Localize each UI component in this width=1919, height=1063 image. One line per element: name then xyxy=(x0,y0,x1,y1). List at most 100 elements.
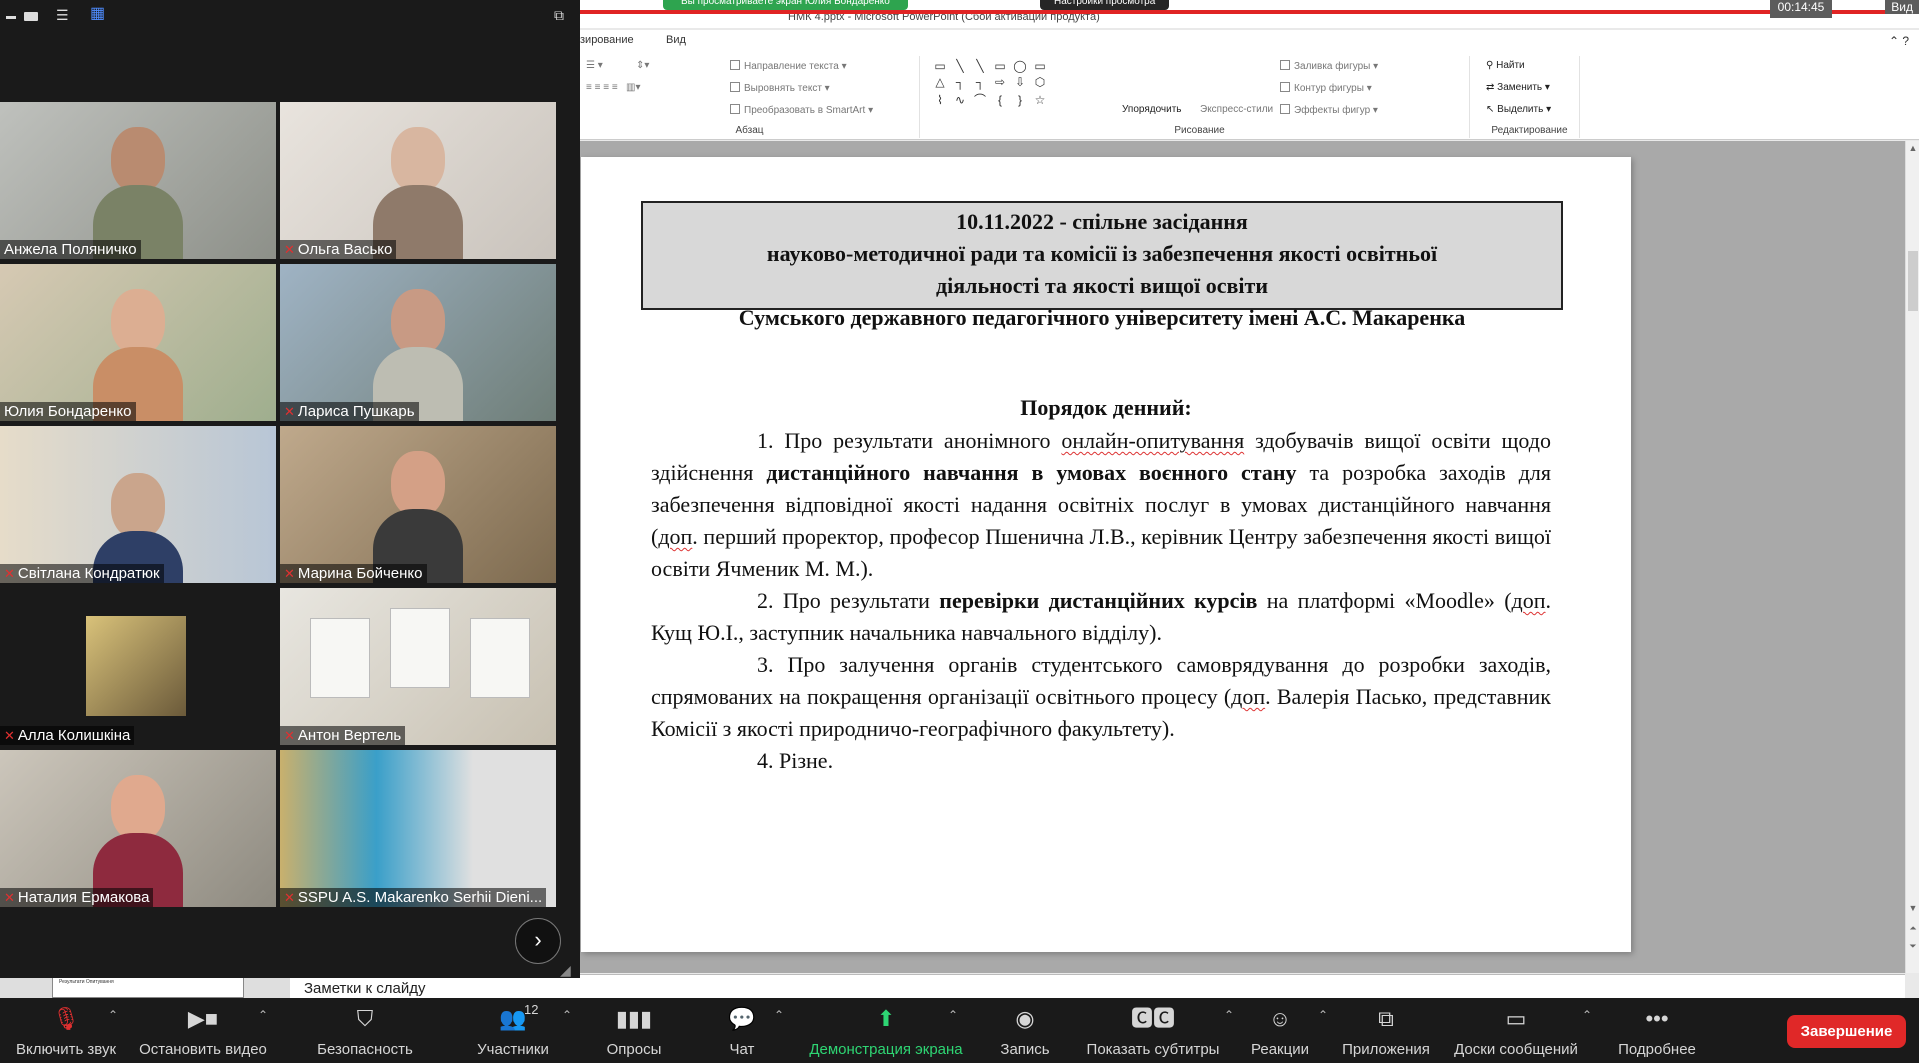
video-tile[interactable]: ✕ Наталия Ермакова xyxy=(0,750,276,907)
bullets-icon[interactable]: ☰ ▾ xyxy=(586,60,603,71)
shape-icon[interactable]: △ xyxy=(931,75,949,89)
muted-mic-icon: ✕ xyxy=(284,728,295,743)
speaker-view-icon[interactable] xyxy=(24,12,38,21)
select-button[interactable]: Выделить xyxy=(1497,104,1543,115)
chevron-up-icon[interactable]: ⌃ xyxy=(1224,1008,1234,1022)
apps-button[interactable]: ⧉ Приложения xyxy=(1336,998,1436,1063)
reactions-button[interactable]: ☺ ⌃ Реакции xyxy=(1242,998,1328,1063)
gallery-view: ☰ ▦ ⧉ Анжела Поляничко ✕ Ольга Васько Юли… xyxy=(0,0,580,978)
chevron-up-icon[interactable]: ⌃ xyxy=(258,1008,268,1022)
vertical-scrollbar[interactable]: ▲ ▼ ⏶ ⏷ xyxy=(1905,141,1919,973)
end-meeting-button[interactable]: Завершение xyxy=(1787,1015,1906,1048)
shape-icon[interactable]: ⌇ xyxy=(931,93,949,107)
shape-icon[interactable]: ⬡ xyxy=(1031,75,1049,89)
shape-effects-button[interactable]: Эффекты фигур xyxy=(1294,105,1370,116)
video-tile[interactable]: ✕ Марина Бойченко xyxy=(280,426,556,583)
participant-name: ✕ Ольга Васько xyxy=(280,240,397,259)
line-spacing-icon[interactable]: ⇕▾ xyxy=(636,60,649,71)
menu-view[interactable]: Вид xyxy=(666,34,686,46)
smile-icon: ☺ xyxy=(1268,1006,1292,1031)
participants-icon: 👥 xyxy=(499,1006,527,1031)
certificate-frame xyxy=(470,618,530,698)
chevron-up-icon[interactable]: ⌃ xyxy=(108,1008,118,1022)
header-line: діяльності та якості вищої освіти xyxy=(935,273,1268,298)
align-icons[interactable]: ≡ ≡ ≡ ≡ ▥▾ xyxy=(586,82,640,93)
ribbon-group-editing: ⚲ Найти ⇄ Заменить ▾ ↖ Выделить ▾ Редакт… xyxy=(1480,56,1580,138)
chat-button[interactable]: 💬 ⌃ Чат xyxy=(704,998,784,1063)
shape-icon[interactable]: ⇨ xyxy=(991,75,1009,89)
menu-review[interactable]: зирование xyxy=(580,34,634,46)
shape-outline-button[interactable]: Контур фигуры xyxy=(1294,83,1364,94)
more-button[interactable]: ••• Подробнее xyxy=(1600,998,1714,1063)
participant-name: ✕ Марина Бойченко xyxy=(280,564,427,583)
header-line: 10.11.2022 - спільне засідання xyxy=(956,209,1248,234)
shape-outline-icon xyxy=(1280,82,1290,92)
chevron-up-icon[interactable]: ⌃ xyxy=(562,1008,572,1022)
shape-icon[interactable]: ╲ xyxy=(951,59,969,73)
thumbnail-view-icon[interactable]: ☰ xyxy=(56,8,72,22)
arrange-button[interactable]: Упорядочить xyxy=(1122,104,1182,115)
shape-icon[interactable]: ⌒ xyxy=(971,91,989,107)
align-text-button[interactable]: Выровнять текст xyxy=(744,83,822,94)
video-tile[interactable]: Анжела Поляничко xyxy=(0,102,276,259)
security-button[interactable]: ⛉ Безопасность xyxy=(310,998,420,1063)
shape-fill-icon xyxy=(1280,60,1290,70)
slide-thumbnail[interactable]: Результати Опитування xyxy=(52,976,244,998)
minimize-icon[interactable] xyxy=(6,16,16,19)
video-tile[interactable]: ✕ Лариса Пушкарь xyxy=(280,264,556,421)
prev-slide-icon[interactable]: ⏶ xyxy=(1906,923,1919,934)
record-button[interactable]: ◉ Запись xyxy=(990,998,1060,1063)
slide[interactable]: 10.11.2022 - спільне засідання науково-м… xyxy=(581,157,1631,952)
view-menu-button[interactable]: Вид xyxy=(1885,0,1919,14)
shape-effects-icon xyxy=(1280,104,1290,114)
participant-name: ✕ Наталия Ермакова xyxy=(0,888,154,907)
scroll-down-icon[interactable]: ▼ xyxy=(1906,903,1919,913)
popout-icon[interactable]: ⧉ xyxy=(554,8,570,22)
video-tile[interactable]: ✕ SSPU A.S. Makarenko Serhii Dieni... xyxy=(280,750,556,907)
captions-button[interactable]: 🅲🅲 ⌃ Показать субтитры xyxy=(1078,998,1234,1063)
shape-icon[interactable]: ▭ xyxy=(991,59,1009,73)
shape-icon[interactable]: ☆ xyxy=(1031,93,1049,107)
scroll-thumb[interactable] xyxy=(1908,251,1918,311)
smartart-button[interactable]: Преобразовать в SmartArt xyxy=(744,105,865,116)
chevron-up-icon[interactable]: ⌃ xyxy=(948,1008,958,1022)
resize-handle-icon[interactable]: ◢ xyxy=(560,962,571,979)
next-page-icon[interactable]: › xyxy=(515,918,561,964)
shape-icon[interactable]: } xyxy=(1011,93,1029,107)
agenda-item-3: 3. Про залучення органів студентського с… xyxy=(651,652,1551,741)
scroll-up-icon[interactable]: ▲ xyxy=(1906,143,1919,153)
view-options-button[interactable]: Настройки просмотра xyxy=(1040,0,1170,10)
participants-button[interactable]: 👥 12 ⌃ Участники xyxy=(458,998,572,1063)
shapes-gallery[interactable]: ▭ ╲ ╲ ▭ ◯ ▭ △ ┐ ┐ ⇨ ⇩ ⬡ ⌇ ∿ ⌒{} ☆ xyxy=(930,58,1058,120)
unmute-button[interactable]: 🎙 ⌃ Включить звук xyxy=(8,998,124,1063)
chevron-up-icon[interactable]: ⌃ xyxy=(774,1008,784,1022)
shape-icon[interactable]: ⇩ xyxy=(1011,75,1029,89)
shape-icon[interactable]: ∿ xyxy=(951,93,969,107)
stop-video-button[interactable]: ▶■ ⌃ Остановить видео xyxy=(136,998,270,1063)
shape-icon[interactable]: ▭ xyxy=(1031,59,1049,73)
find-button[interactable]: Найти xyxy=(1496,60,1525,71)
polls-button[interactable]: ▮▮▮ Опросы xyxy=(594,998,674,1063)
chevron-up-icon[interactable]: ⌃ xyxy=(1582,1008,1592,1022)
text-direction-button[interactable]: Направление текста xyxy=(744,61,839,72)
video-tile-active-speaker[interactable]: Юлия Бондаренко xyxy=(0,264,276,421)
help-icon[interactable]: ⌃ ? xyxy=(1889,34,1909,48)
gallery-view-icon[interactable]: ▦ xyxy=(90,6,106,22)
shape-icon[interactable]: ╲ xyxy=(971,59,989,73)
video-tile[interactable]: ✕ Антон Вертель xyxy=(280,588,556,745)
shape-icon[interactable]: { xyxy=(991,93,1009,107)
shape-icon[interactable]: ◯ xyxy=(1011,59,1029,73)
shape-fill-button[interactable]: Заливка фигуры xyxy=(1294,61,1370,72)
shape-icon[interactable]: ▭ xyxy=(931,59,949,73)
replace-button[interactable]: Заменить xyxy=(1497,82,1542,93)
video-tile[interactable]: ✕ Ольга Васько xyxy=(280,102,556,259)
video-tile[interactable]: ✕ Світлана Кондратюк xyxy=(0,426,276,583)
chevron-up-icon[interactable]: ⌃ xyxy=(1318,1008,1328,1022)
share-screen-button[interactable]: ⬆ ⌃ Демонстрация экрана xyxy=(798,998,974,1063)
next-slide-icon[interactable]: ⏷ xyxy=(1906,941,1919,952)
quick-styles-button[interactable]: Экспресс-стили xyxy=(1200,104,1273,115)
whiteboards-button[interactable]: ▭ ⌃ Доски сообщений xyxy=(1450,998,1592,1063)
video-tile[interactable]: ✕ Алла Колишкіна xyxy=(0,588,276,745)
shape-icon[interactable]: ┐ xyxy=(951,75,969,89)
shape-icon[interactable]: ┐ xyxy=(971,75,989,89)
